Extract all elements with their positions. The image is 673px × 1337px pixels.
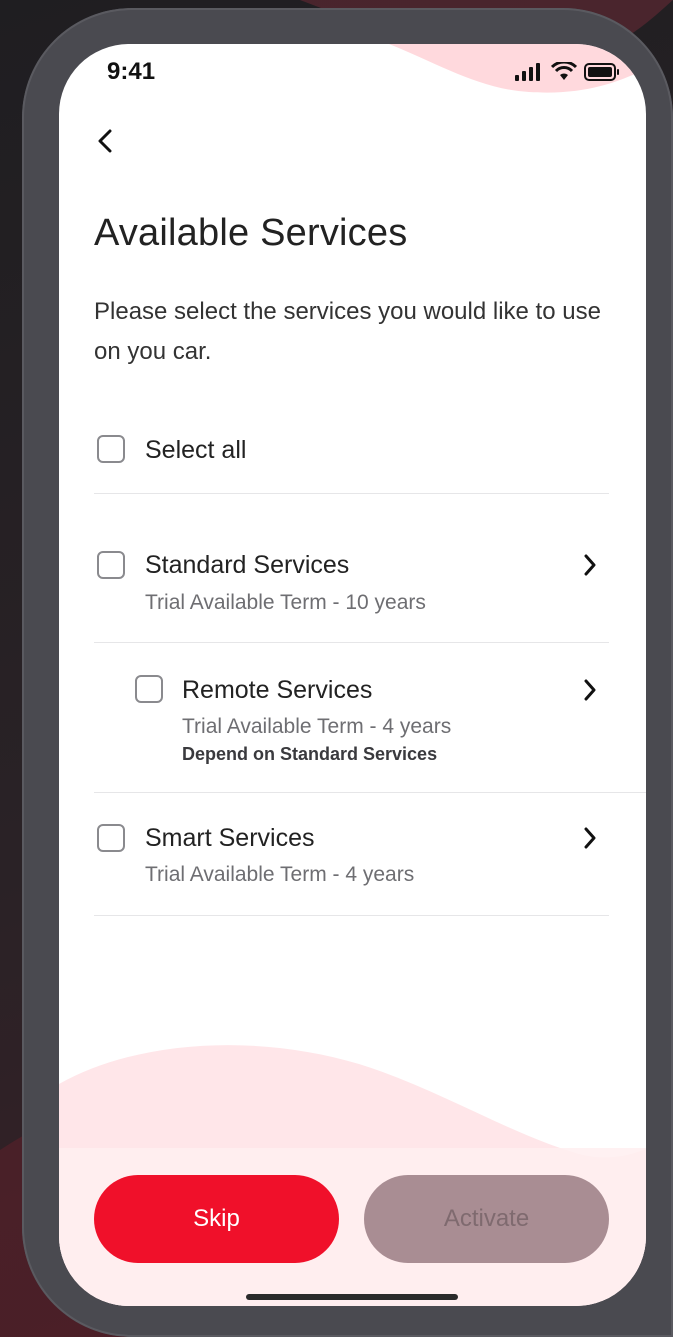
chevron-right-icon[interactable]	[580, 825, 600, 851]
wifi-icon	[551, 62, 577, 80]
status-icons	[514, 62, 620, 82]
divider	[94, 915, 609, 916]
page-title: Available Services	[94, 212, 408, 254]
app-screen: 9:41 Available Services Please select th…	[59, 44, 646, 1306]
cellular-signal-icon	[515, 63, 540, 81]
back-button[interactable]	[91, 124, 119, 158]
divider	[94, 792, 646, 793]
chevron-right-icon[interactable]	[580, 552, 600, 578]
select-all-label[interactable]: Select all	[145, 436, 246, 465]
standard-services-term: Trial Available Term - 10 years	[145, 591, 426, 614]
smart-services-term: Trial Available Term - 4 years	[145, 863, 415, 886]
page-subtitle: Please select the services you would lik…	[94, 298, 601, 365]
standard-services-checkbox[interactable]	[97, 551, 125, 579]
chevron-left-icon	[98, 129, 112, 153]
chevron-right-icon[interactable]	[580, 677, 600, 703]
skip-button[interactable]: Skip	[94, 1175, 339, 1263]
standard-services-label: Standard Services	[145, 551, 350, 579]
remote-services-term: Trial Available Term - 4 years	[182, 715, 452, 738]
battery-icon	[584, 63, 619, 81]
divider	[94, 493, 609, 494]
home-indicator	[246, 1294, 458, 1300]
select-all-checkbox[interactable]	[97, 435, 125, 463]
remote-services-checkbox[interactable]	[135, 675, 163, 703]
remote-services-dependency: Depend on Standard Services	[182, 744, 438, 764]
smart-services-checkbox[interactable]	[97, 824, 125, 852]
activate-button[interactable]: Activate	[364, 1175, 609, 1263]
divider	[94, 642, 609, 643]
smart-services-label: Smart Services	[145, 824, 315, 852]
remote-services-label: Remote Services	[182, 676, 373, 704]
status-time: 9:41	[107, 58, 156, 85]
